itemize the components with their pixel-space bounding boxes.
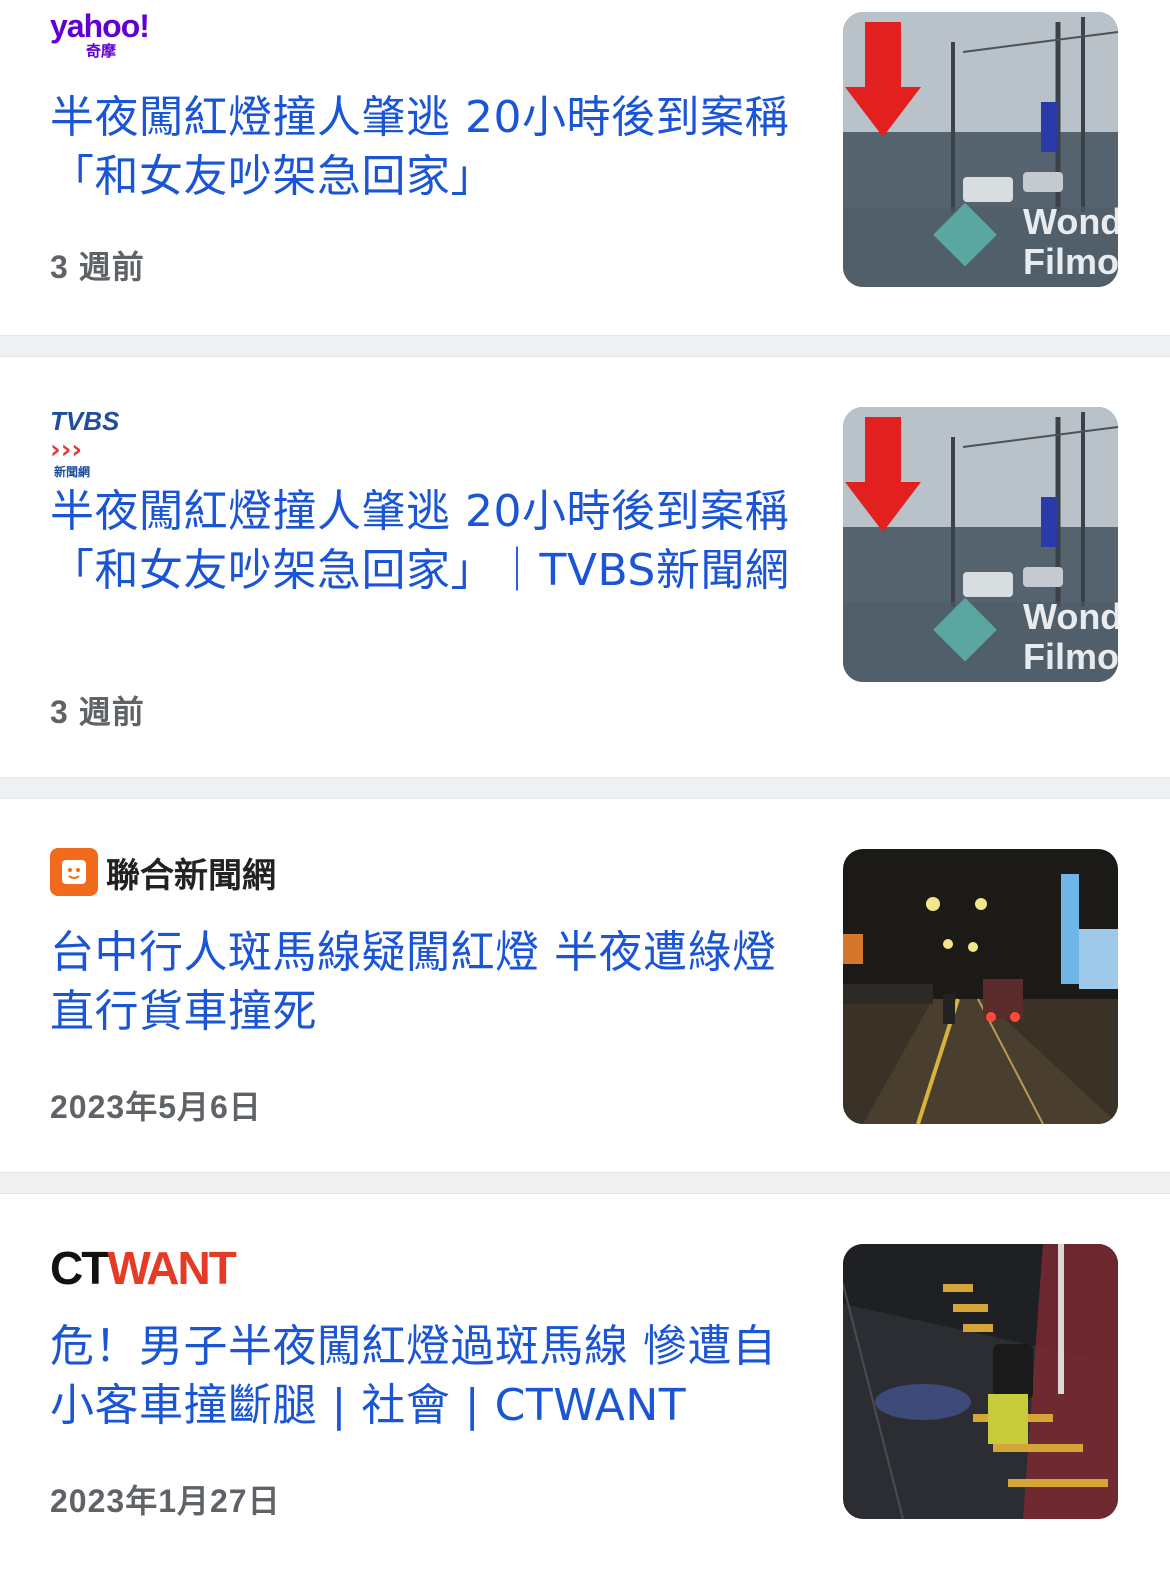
ctwant-logo-letter: N: [177, 1242, 210, 1294]
card-separator: [0, 777, 1170, 799]
source-name: yahoo!: [50, 8, 150, 44]
article-thumbnail[interactable]: [843, 1244, 1118, 1519]
ctwant-logo: CTWANT: [50, 1242, 237, 1294]
svg-text:Wond: Wond: [1023, 596, 1118, 637]
svg-text:Filmo: Filmo: [1023, 241, 1118, 282]
news-feed: yahoo! 奇摩 半夜闖紅燈撞人肇逃 20小時後到案稱「和女友吵架急回家」 3…: [0, 0, 1170, 1574]
ctwant-logo-letter: T: [81, 1242, 109, 1294]
article-title[interactable]: 半夜闖紅燈撞人肇逃 20小時後到案稱「和女友吵架急回家」｜TVBS新聞網: [50, 482, 795, 600]
article-thumbnail[interactable]: [843, 849, 1118, 1124]
source-name: CTWANT: [50, 1242, 237, 1294]
article-time: 3 週前: [50, 249, 145, 285]
ctwant-logo-letter: T: [208, 1242, 237, 1294]
news-card[interactable]: TVBS ››› 新聞網 半夜闖紅燈撞人肇逃 20小時後到案稱「和女友吵架急回家…: [0, 357, 1170, 777]
article-thumbnail[interactable]: Wond Filmo: [843, 407, 1118, 682]
tvbs-arrow-icon: ›››: [50, 435, 83, 465]
article-time: 2023年1月27日: [50, 1483, 281, 1519]
news-card[interactable]: 聯合新聞網 台中行人斑馬線疑闖紅燈 半夜遭綠燈直行貨車撞死 2023年5月6日: [0, 799, 1170, 1172]
card-separator: [0, 1172, 1170, 1194]
svg-text:Filmo: Filmo: [1023, 636, 1118, 677]
source-sub: 新聞網: [54, 465, 91, 479]
ctwant-logo-letter: A: [146, 1242, 179, 1294]
article-title[interactable]: 台中行人斑馬線疑闖紅燈 半夜遭綠燈直行貨車撞死: [50, 923, 795, 1041]
article-title[interactable]: 危！男子半夜闖紅燈過斑馬線 慘遭自小客車撞斷腿 | 社會 | CTWANT: [50, 1317, 795, 1435]
news-card[interactable]: CTWANT 危！男子半夜闖紅燈過斑馬線 慘遭自小客車撞斷腿 | 社會 | CT…: [0, 1194, 1170, 1574]
svg-text:Wond: Wond: [1023, 201, 1118, 242]
ctwant-logo-letter: C: [50, 1242, 83, 1294]
article-time: 2023年5月6日: [50, 1089, 262, 1125]
news-card[interactable]: yahoo! 奇摩 半夜闖紅燈撞人肇逃 20小時後到案稱「和女友吵架急回家」 3…: [0, 0, 1170, 335]
source-name: TVBS: [50, 406, 120, 436]
udn-logo: 聯合新聞網: [50, 847, 276, 897]
source-name: 聯合新聞網: [106, 855, 276, 896]
tvbs-logo: TVBS ››› 新聞網: [50, 406, 150, 479]
article-thumbnail[interactable]: Wond Filmo: [843, 12, 1118, 287]
yahoo-logo: yahoo! 奇摩: [50, 10, 180, 62]
article-time: 3 週前: [50, 694, 145, 730]
ctwant-logo-letter: W: [107, 1242, 148, 1294]
udn-logo-icon: [50, 848, 98, 896]
source-sub: 奇摩: [86, 42, 117, 60]
card-separator: [0, 335, 1170, 357]
article-title[interactable]: 半夜闖紅燈撞人肇逃 20小時後到案稱「和女友吵架急回家」: [50, 88, 795, 206]
